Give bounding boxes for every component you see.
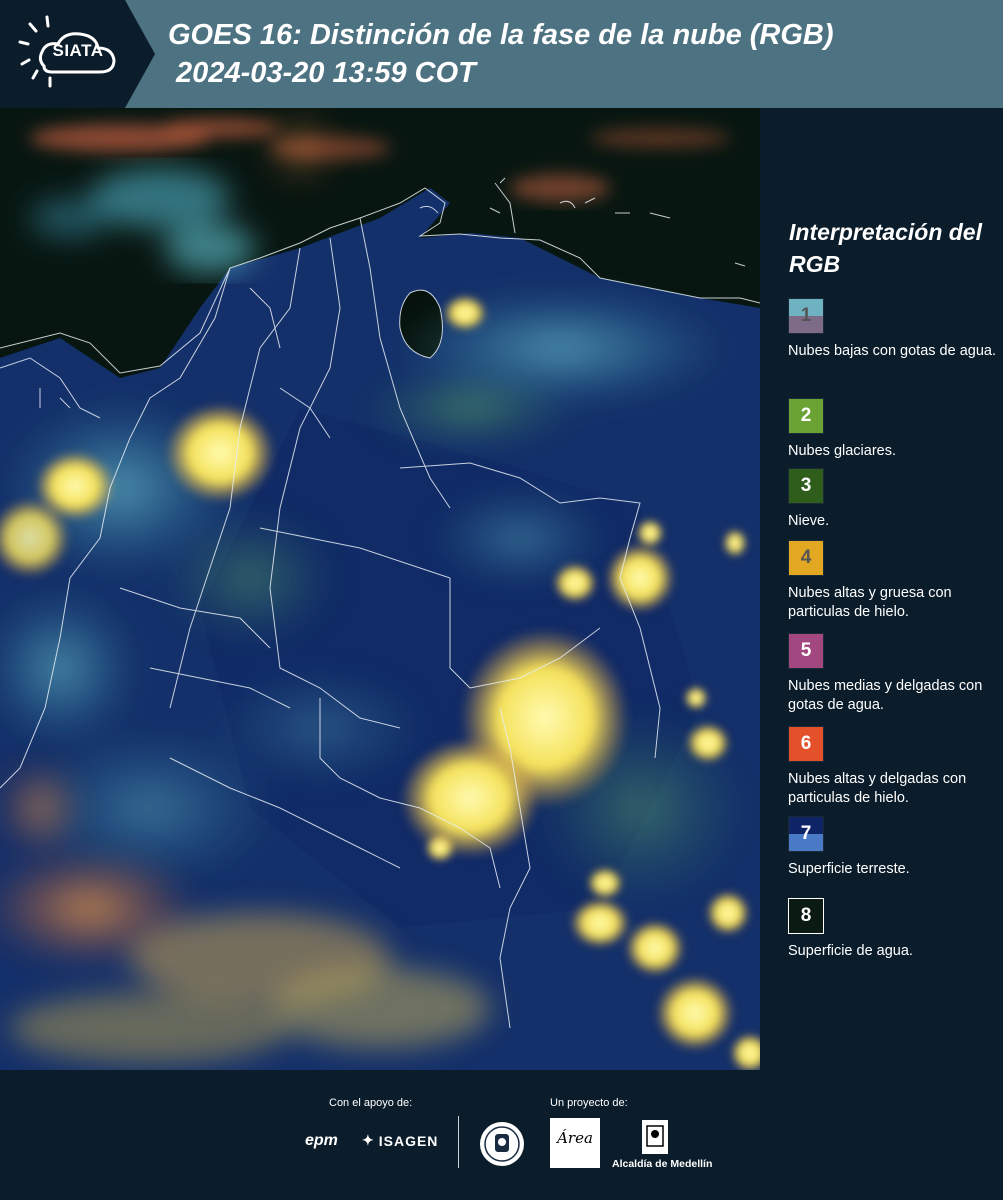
legend-number: 6 xyxy=(800,733,812,754)
legend-number: 3 xyxy=(800,475,812,496)
legend-item-4: 4 Nubes altas y gruesa con particulas de … xyxy=(788,540,998,622)
legend-label: Nubes altas y gruesa con particulas de h… xyxy=(788,585,952,620)
legend-label: Nieve. xyxy=(788,513,830,529)
legend-title: Interpretación del RGB xyxy=(789,219,982,277)
area-metropolitana-logo: Área xyxy=(550,1118,600,1168)
legend-label: Nubes bajas con gotas de agua. xyxy=(788,343,996,359)
isagen-icon: ✦ xyxy=(362,1132,375,1148)
project-label: Un proyecto de: xyxy=(550,1097,628,1109)
legend-panel: Interpretación del RGB 1 Nubes bajas con … xyxy=(760,108,1003,1070)
title-line-1: GOES 16: Distinción de la fase de la nub… xyxy=(168,19,834,51)
legend-number: 2 xyxy=(800,405,812,426)
legend-item-7: 7 Superficie terreste. xyxy=(788,816,998,879)
satellite-map xyxy=(0,108,760,1070)
siata-logo: SIATA xyxy=(0,0,155,108)
legend-item-1: 1 Nubes bajas con gotas de agua. xyxy=(788,298,998,361)
legend-label: Nubes medias y delgadas con gotas de agu… xyxy=(788,678,983,713)
support-label: Con el apoyo de: xyxy=(329,1097,413,1109)
alcaldia-text: Alcaldía de Medellín xyxy=(612,1158,713,1170)
legend-item-2: 2 Nubes glaciares. xyxy=(788,398,998,461)
legend-swatch-3: 3 xyxy=(788,468,824,504)
legend-label: Superficie de agua. xyxy=(788,943,913,959)
legend-swatch-4: 4 xyxy=(788,540,824,576)
legend-number: 7 xyxy=(800,823,812,844)
legend-item-6: 6 Nubes altas y delgadas con particulas d… xyxy=(788,726,998,808)
legend-swatch-2: 2 xyxy=(788,398,824,434)
legend-item-3: 3 Nieve. xyxy=(788,468,998,531)
page-title: GOES 16: Distinción de la fase de la nub… xyxy=(168,16,834,92)
legend-swatch-1: 1 xyxy=(788,298,824,334)
legend-number: 4 xyxy=(800,547,812,568)
legend-label: Nubes glaciares. xyxy=(788,443,896,459)
antioquia-seal-icon xyxy=(478,1120,526,1173)
epm-logo: epm xyxy=(305,1132,338,1149)
legend-label: Superficie terreste. xyxy=(788,861,910,877)
legend-swatch-6: 6 xyxy=(788,726,824,762)
isagen-logo: ✦ ISAGEN xyxy=(362,1132,438,1149)
legend-item-8: 8 Superficie de agua. xyxy=(788,898,998,961)
header-bar: SIATA GOES 16: Distinción de la fase de … xyxy=(0,0,1003,108)
legend-number: 8 xyxy=(800,905,812,926)
legend-swatch-7: 7 xyxy=(788,816,824,852)
isagen-text: ISAGEN xyxy=(378,1132,439,1149)
alcaldia-shield-icon xyxy=(640,1118,670,1161)
legend-number: 1 xyxy=(800,305,812,326)
siata-logo-text: SIATA xyxy=(52,41,104,60)
footer: Con el apoyo de: Un proyecto de: epm ✦ I… xyxy=(0,1070,1003,1200)
legend-number: 5 xyxy=(800,640,812,661)
legend-swatch-5: 5 xyxy=(788,633,824,669)
legend-label: Nubes altas y delgadas con particulas de… xyxy=(788,771,967,806)
legend-item-5: 5 Nubes medias y delgadas con gotas de ag… xyxy=(788,633,998,715)
legend-swatch-8: 8 xyxy=(788,898,824,934)
title-line-2: 2024-03-20 13:59 COT xyxy=(168,57,476,89)
footer-divider xyxy=(458,1116,459,1168)
